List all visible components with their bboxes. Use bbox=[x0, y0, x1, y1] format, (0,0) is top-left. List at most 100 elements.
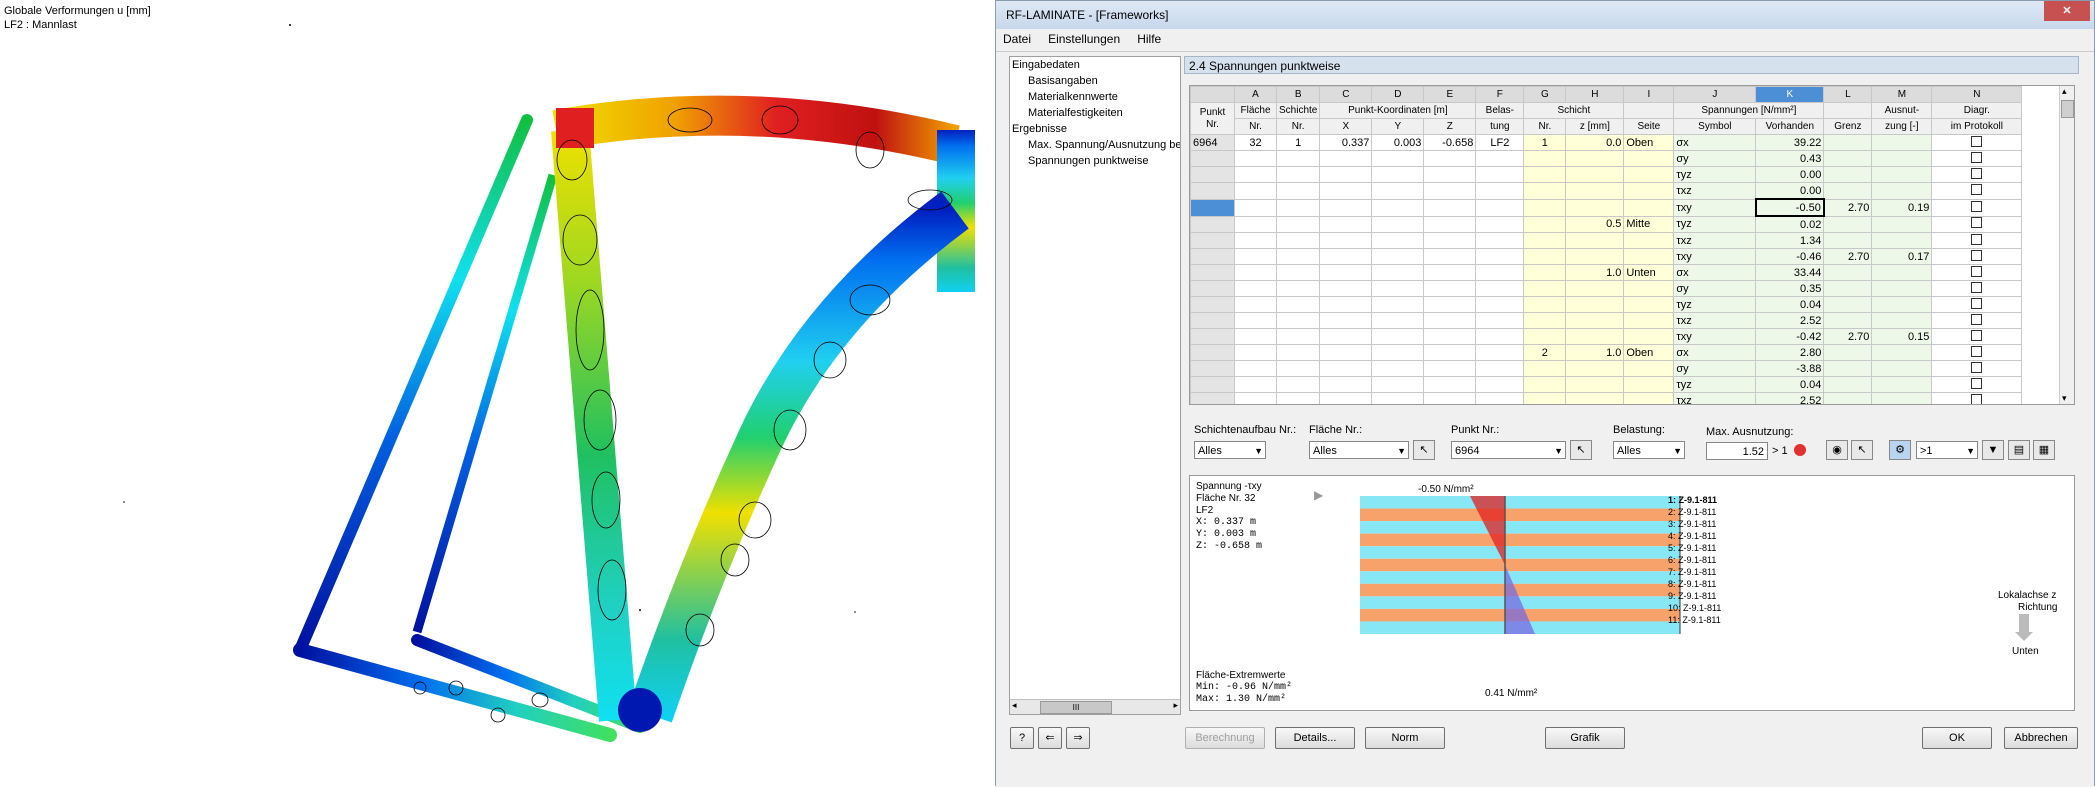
table-cell-punkt[interactable] bbox=[1190, 215, 1235, 233]
table-cell-punkt[interactable] bbox=[1190, 182, 1235, 200]
protokoll-checkbox-cell[interactable] bbox=[1931, 232, 2023, 249]
table-cell-x[interactable] bbox=[1319, 360, 1373, 377]
table-cell-seite[interactable] bbox=[1623, 392, 1675, 404]
table-cell-flaeche[interactable] bbox=[1234, 150, 1277, 167]
table-cell-vorh[interactable]: 2.52 bbox=[1755, 392, 1825, 404]
table-cell-schichte[interactable] bbox=[1275, 392, 1321, 404]
col-letter-c[interactable]: C bbox=[1319, 86, 1373, 103]
protokoll-checkbox-cell[interactable] bbox=[1931, 344, 2023, 361]
col-letter-b[interactable]: B bbox=[1275, 86, 1321, 103]
table-cell-grenz[interactable] bbox=[1823, 280, 1873, 297]
grafik-button[interactable]: Grafik bbox=[1545, 727, 1625, 749]
select-flaeche-button[interactable]: ↖ bbox=[1413, 440, 1435, 460]
table-cell-schichte[interactable] bbox=[1275, 215, 1321, 233]
table-cell-vorh[interactable]: -0.42 bbox=[1755, 328, 1825, 345]
protokoll-checkbox[interactable] bbox=[1971, 233, 1983, 245]
table-cell-nr[interactable] bbox=[1523, 182, 1567, 200]
protokoll-checkbox[interactable] bbox=[1971, 313, 1983, 325]
close-button[interactable]: ✕ bbox=[2044, 1, 2090, 21]
table-cell-lf[interactable] bbox=[1475, 328, 1525, 345]
table-cell-ausn[interactable]: 0.19 bbox=[1871, 198, 1933, 217]
table-cell-ausn[interactable] bbox=[1871, 312, 1933, 329]
table-cell-vorh[interactable]: -0.46 bbox=[1755, 248, 1825, 265]
table-cell-y[interactable]: 0.003 bbox=[1371, 134, 1425, 151]
table-cell-ausn[interactable]: 0.17 bbox=[1871, 248, 1933, 265]
table-cell-flaeche[interactable] bbox=[1234, 215, 1277, 233]
layer-label[interactable]: 9: Z-9.1-811 bbox=[1668, 591, 1716, 601]
protokoll-checkbox[interactable] bbox=[1971, 361, 1983, 373]
table-cell-ausn[interactable] bbox=[1871, 344, 1933, 361]
table-cell-schichte[interactable] bbox=[1275, 360, 1321, 377]
table-cell-flaeche[interactable] bbox=[1234, 392, 1277, 404]
table-cell-punkt[interactable] bbox=[1190, 376, 1235, 393]
col-letter-d[interactable]: D bbox=[1371, 86, 1425, 103]
table-cell-grenz[interactable] bbox=[1823, 376, 1873, 393]
col-letter-g[interactable]: G bbox=[1523, 86, 1567, 103]
table-row[interactable]: τxy -0.42 2.70 0.15 bbox=[1190, 328, 2023, 345]
protokoll-checkbox[interactable] bbox=[1971, 200, 1983, 212]
layer-label[interactable]: 8: Z-9.1-811 bbox=[1668, 579, 1716, 589]
table-cell-nr[interactable] bbox=[1523, 328, 1567, 345]
table-cell-schichte[interactable] bbox=[1275, 328, 1321, 345]
details-button[interactable]: Details... bbox=[1275, 727, 1355, 749]
table-cell-x[interactable]: 0.337 bbox=[1319, 134, 1373, 151]
table-cell-vorh[interactable]: 0.04 bbox=[1755, 376, 1825, 393]
scroll-up-arrow-icon[interactable]: ▴ bbox=[2062, 86, 2067, 97]
table-cell-vorh[interactable]: 39.22 bbox=[1755, 134, 1825, 151]
table-row[interactable]: σy -3.88 bbox=[1190, 360, 2023, 377]
tree-item-ergebnisse[interactable]: Ergebnisse bbox=[1012, 123, 1067, 135]
table-cell-ausn[interactable] bbox=[1871, 360, 1933, 377]
table-cell-grenz[interactable] bbox=[1823, 150, 1873, 167]
table-cell-punkt[interactable] bbox=[1190, 312, 1235, 329]
view-result-button[interactable]: ◉ bbox=[1826, 440, 1848, 460]
apply-filter-button[interactable]: ▼ bbox=[1982, 440, 2004, 460]
select-in-model-button[interactable]: ↖ bbox=[1851, 440, 1873, 460]
table-cell-schichte[interactable] bbox=[1275, 312, 1321, 329]
table-row[interactable]: τxy -0.46 2.70 0.17 bbox=[1190, 248, 2023, 265]
table-cell-seite[interactable] bbox=[1623, 166, 1675, 183]
table-cell-seite[interactable]: Unten bbox=[1623, 264, 1675, 281]
col-letter-k[interactable]: K bbox=[1755, 86, 1825, 103]
menu-hilfe[interactable]: Hilfe bbox=[1130, 29, 1168, 49]
table-cell-zmm[interactable] bbox=[1565, 166, 1625, 183]
table-cell-x[interactable] bbox=[1319, 376, 1373, 393]
table-cell-x[interactable] bbox=[1319, 280, 1373, 297]
table-cell-zmm[interactable] bbox=[1565, 150, 1625, 167]
protokoll-checkbox-cell[interactable] bbox=[1931, 296, 2023, 313]
tree-item-eingabedaten[interactable]: Eingabedaten bbox=[1012, 59, 1080, 71]
table-cell-ausn[interactable] bbox=[1871, 376, 1933, 393]
table-cell-ausn[interactable]: 0.15 bbox=[1871, 328, 1933, 345]
protokoll-checkbox-cell[interactable] bbox=[1931, 280, 2023, 297]
table-cell-x[interactable] bbox=[1319, 264, 1373, 281]
protokoll-checkbox-cell[interactable] bbox=[1931, 182, 2023, 200]
table-cell-z[interactable] bbox=[1423, 182, 1477, 200]
table-cell-zmm[interactable]: 0.0 bbox=[1565, 134, 1625, 151]
table-cell-lf[interactable] bbox=[1475, 360, 1525, 377]
table-cell-flaeche[interactable] bbox=[1234, 166, 1277, 183]
table-cell-vorh[interactable]: 0.35 bbox=[1755, 280, 1825, 297]
table-cell-punkt[interactable] bbox=[1190, 166, 1235, 183]
protokoll-checkbox[interactable] bbox=[1971, 249, 1983, 261]
protokoll-checkbox-cell[interactable] bbox=[1931, 166, 2023, 183]
table-cell-punkt[interactable]: 6964 bbox=[1190, 134, 1235, 151]
table-cell-sym[interactable]: τxz bbox=[1673, 232, 1757, 249]
protokoll-checkbox[interactable] bbox=[1971, 217, 1983, 229]
table-cell-schichte[interactable] bbox=[1275, 344, 1321, 361]
table-cell-zmm[interactable] bbox=[1565, 376, 1625, 393]
protokoll-checkbox-cell[interactable] bbox=[1931, 328, 2023, 345]
flaeche-select[interactable]: Alles ▼ bbox=[1309, 441, 1409, 459]
table-cell-zmm[interactable] bbox=[1565, 198, 1625, 217]
table-cell-ausn[interactable] bbox=[1871, 166, 1933, 183]
layer-label[interactable]: 1: Z-9.1-811 bbox=[1668, 495, 1717, 505]
table-cell-x[interactable] bbox=[1319, 248, 1373, 265]
table-cell-grenz[interactable] bbox=[1823, 344, 1873, 361]
protokoll-checkbox-cell[interactable] bbox=[1931, 215, 2023, 233]
table-cell-punkt[interactable] bbox=[1190, 150, 1235, 167]
table-cell-lf[interactable] bbox=[1475, 264, 1525, 281]
scroll-left-arrow-icon[interactable]: ◂ bbox=[1012, 700, 1017, 711]
table-cell-zmm[interactable] bbox=[1565, 248, 1625, 265]
table-cell-schichte[interactable]: 1 bbox=[1275, 134, 1321, 151]
berechnung-button[interactable]: Berechnung bbox=[1185, 727, 1265, 749]
table-row[interactable]: τxz 2.52 bbox=[1190, 392, 2023, 404]
table-cell-y[interactable] bbox=[1371, 264, 1425, 281]
